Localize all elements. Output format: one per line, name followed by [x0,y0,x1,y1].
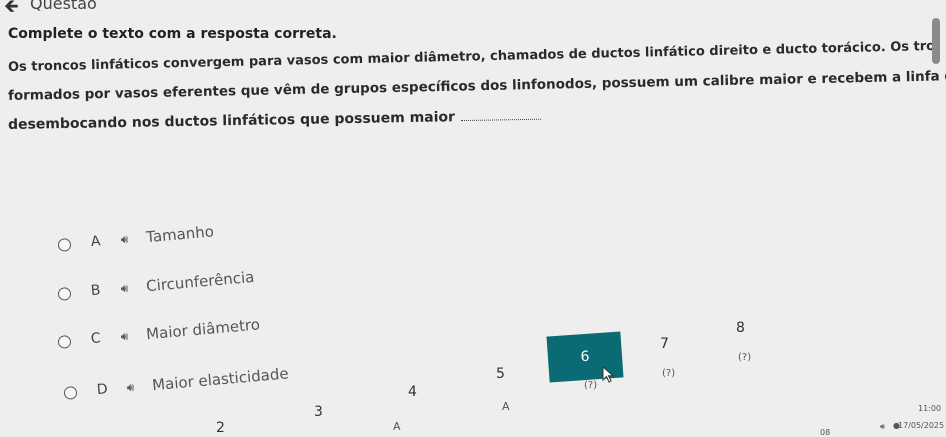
option-c[interactable]: C 🔊︎ Maior diâmetro [57,315,261,351]
clock-time: 11:00 [918,404,942,413]
option-text: Maior elasticidade [151,364,290,395]
nav-answer-mark: (?) [584,380,598,391]
question-text-line-3: desembocando nos ductos linfáticos que p… [7,108,542,133]
speaker-icon[interactable]: 🔊︎ [880,422,885,432]
radio-button-d[interactable] [63,385,78,400]
top-bar [0,0,946,14]
option-letter: A [90,233,102,251]
option-b[interactable]: B 🔊︎ Circunferência [57,268,255,303]
question-text-line-3-text: desembocando nos ductos linfáticos que p… [7,109,456,133]
nav-question-6: 6 [579,348,591,366]
option-letter: C [90,330,102,348]
option-letter: D [96,381,109,399]
option-a[interactable]: A 🔊︎ Tamanho [57,222,215,254]
option-text: Maior diâmetro [145,315,261,344]
speaker-icon[interactable]: 🔊︎ [120,280,129,296]
nav-question-2[interactable]: 2 [216,420,225,436]
nav-answer-mark: A [393,420,401,433]
radio-button-a[interactable] [57,237,72,252]
question-instruction: Complete o texto com a resposta correta. [8,26,337,42]
speaker-icon[interactable]: 🔊︎ [120,328,129,344]
arrow-left-icon[interactable]: 🡸 [4,0,19,24]
answer-blank[interactable] [461,117,542,122]
speaker-icon[interactable]: 🔊︎ [126,379,135,395]
nav-question-7[interactable]: 7 [660,336,669,352]
nav-answer-mark: (?) [738,352,752,363]
nav-question-8[interactable]: 8 [736,320,745,336]
question-text-line-1: Os troncos linfáticos convergem para vas… [7,38,938,75]
speaker-icon[interactable]: 🔊︎ [120,231,129,247]
mouse-cursor-icon [602,366,615,383]
option-text: Circunferência [145,267,256,296]
option-letter: B [90,282,102,300]
option-d[interactable]: D 🔊︎ Maior elasticidade [63,364,289,402]
scrollbar[interactable] [932,18,940,64]
radio-button-b[interactable] [57,286,72,301]
nav-answer-mark: (?) [662,368,676,379]
nav-question-5[interactable]: 5 [496,366,505,382]
nav-question-4[interactable]: 4 [408,384,417,400]
option-text: Tamanho [145,222,215,247]
nav-answer-mark: A [502,400,510,413]
nav-question-3[interactable]: 3 [314,404,323,420]
radio-button-c[interactable] [57,334,72,349]
taskbar-partial-text: 08 [820,428,831,437]
page-title: Questão [30,0,97,13]
clock-date: 17/05/2025 [898,421,945,430]
